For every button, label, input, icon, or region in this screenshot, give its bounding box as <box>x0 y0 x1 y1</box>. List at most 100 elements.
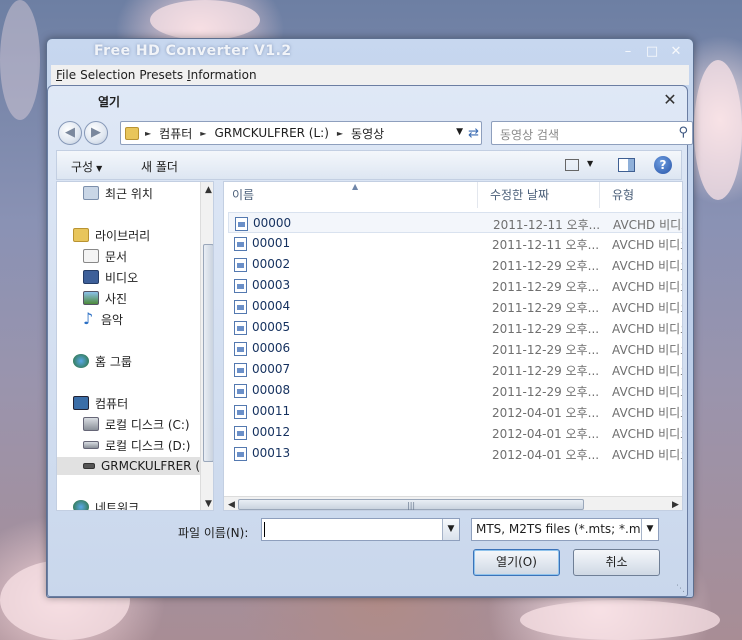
file-row[interactable]: 00001 2011-12-11 오후... AVCHD 비디오 <box>228 233 682 254</box>
nav-item-homegroup[interactable]: 홈 그룹 <box>73 352 132 370</box>
breadcrumb-drive[interactable]: GRMCKULFRER (L:) <box>214 126 328 140</box>
video-file-icon <box>234 363 247 377</box>
column-header-type[interactable]: 유형 <box>604 182 682 208</box>
cancel-button[interactable]: 취소 <box>573 549 660 576</box>
file-row[interactable]: 00007 2011-12-29 오후... AVCHD 비디오 <box>228 359 682 380</box>
close-icon[interactable]: ✕ <box>665 43 687 61</box>
scroll-left-icon[interactable]: ◀ <box>224 497 239 510</box>
dialog-title: 열기 <box>98 95 121 109</box>
menu-information[interactable]: Information <box>187 68 256 82</box>
forward-button[interactable]: ▶ <box>84 121 108 145</box>
menu-presets[interactable]: Presets <box>139 68 183 82</box>
maximize-icon[interactable]: □ <box>641 43 663 61</box>
computer-icon <box>73 396 89 410</box>
chevron-right-icon[interactable]: ► <box>200 129 206 138</box>
file-row[interactable]: 00011 2012-04-01 오후... AVCHD 비디오 <box>228 401 682 422</box>
menu-file[interactable]: File <box>56 68 76 82</box>
chevron-down-icon[interactable]: ▼ <box>456 127 463 137</box>
nav-item-music[interactable]: ♪ 음악 <box>83 310 123 328</box>
arrow-left-icon: ◀ <box>65 125 75 140</box>
file-name: 00000 <box>253 216 292 230</box>
app-title: Free HD Converter V1.2 <box>94 43 292 59</box>
chevron-right-icon[interactable]: ► <box>145 129 151 138</box>
nav-item-drive-c[interactable]: 로컬 디스크 (C:) <box>83 415 190 433</box>
file-row[interactable]: 00004 2011-12-29 오후... AVCHD 비디오 <box>228 296 682 317</box>
column-header-label: 유형 <box>612 188 635 202</box>
file-row[interactable]: 00006 2011-12-29 오후... AVCHD 비디오 <box>228 338 682 359</box>
column-header-label: 수정한 날짜 <box>490 188 550 202</box>
open-button[interactable]: 열기(O) <box>473 549 560 576</box>
file-row[interactable]: 00013 2012-04-01 오후... AVCHD 비디오 <box>228 443 682 464</box>
file-name: 00007 <box>252 362 291 376</box>
column-header-name[interactable]: 이름 <box>224 182 478 208</box>
file-date: 2011-12-29 오후... <box>492 343 600 357</box>
nav-item-documents[interactable]: 문서 <box>83 247 127 265</box>
column-header-label: 이름 <box>232 188 255 202</box>
nav-item-label: 비디오 <box>105 270 139 285</box>
drive-d-icon <box>83 441 99 449</box>
scrollbar-thumb[interactable] <box>203 244 213 462</box>
horizontal-scrollbar[interactable]: ◀ ||| ▶ <box>224 496 682 510</box>
wallpaper-blossom <box>150 0 260 40</box>
file-row[interactable]: 00012 2012-04-01 오후... AVCHD 비디오 <box>228 422 682 443</box>
file-name: 00008 <box>252 383 291 397</box>
search-input[interactable]: 동영상 검색 ⚲ <box>491 121 693 145</box>
scroll-right-icon[interactable]: ▶ <box>668 497 682 510</box>
file-name: 00012 <box>252 425 291 439</box>
nav-item-videos[interactable]: 비디오 <box>83 268 138 286</box>
menu-selection[interactable]: Selection <box>80 68 135 82</box>
help-icon[interactable]: ? <box>654 156 672 174</box>
organize-button[interactable]: 구성 ▼ <box>71 158 102 175</box>
file-row[interactable]: 00002 2011-12-29 오후... AVCHD 비디오 <box>228 254 682 275</box>
nav-item-network[interactable]: 네트워크 <box>73 498 139 510</box>
nav-item-label: 문서 <box>105 249 128 264</box>
app-titlebar[interactable]: Free HD Converter V1.2 – □ ✕ <box>47 39 693 65</box>
scroll-up-icon[interactable]: ▲ <box>201 182 213 198</box>
chevron-down-icon[interactable]: ▼ <box>641 519 658 540</box>
nav-item-drive-d[interactable]: 로컬 디스크 (D:) <box>83 436 190 454</box>
file-type: AVCHD 비디오 <box>612 301 682 315</box>
nav-item-removable-drive[interactable]: GRMCKULFRER ( <box>57 457 200 475</box>
nav-item-label: 음악 <box>101 312 124 327</box>
chevron-down-icon[interactable]: ▼ <box>442 519 459 540</box>
breadcrumb-computer[interactable]: 컴퓨터 <box>159 125 192 142</box>
text-cursor <box>264 522 265 537</box>
filename-field[interactable]: ▼ <box>261 518 460 541</box>
refresh-icon[interactable]: ⇄ <box>468 126 479 141</box>
scrollbar-thumb[interactable]: ||| <box>238 499 584 510</box>
file-row[interactable]: 00005 2011-12-29 오후... AVCHD 비디오 <box>228 317 682 338</box>
address-bar[interactable]: ► 컴퓨터 ► GRMCKULFRER (L:) ► 동영상 ▼ ⇄ <box>120 121 482 145</box>
recent-places-icon <box>83 186 99 200</box>
video-file-icon <box>234 384 247 398</box>
file-row[interactable]: 00003 2011-12-29 오후... AVCHD 비디오 <box>228 275 682 296</box>
back-button[interactable]: ◀ <box>58 121 82 145</box>
documents-icon <box>83 249 99 263</box>
nav-scrollbar[interactable]: ▲ ▼ <box>200 182 213 510</box>
menu-bar: File Selection Presets Information <box>51 65 689 85</box>
chevron-right-icon[interactable]: ► <box>337 129 343 138</box>
preview-pane-icon[interactable] <box>618 158 635 172</box>
breadcrumb-folder[interactable]: 동영상 <box>351 125 384 142</box>
close-icon[interactable]: ✕ <box>661 91 679 109</box>
nav-item-library[interactable]: 라이브러리 <box>73 226 150 244</box>
column-header-date[interactable]: 수정한 날짜 <box>482 182 600 208</box>
navigation-row: ◀ ▶ ► 컴퓨터 ► GRMCKULFRER (L:) ► 동영상 ▼ ⇄ 동… <box>56 119 693 146</box>
video-file-icon <box>234 300 247 314</box>
nav-item-computer[interactable]: 컴퓨터 <box>73 394 128 412</box>
minimize-icon[interactable]: – <box>617 43 639 61</box>
file-row[interactable]: 00000 2011-12-11 오후... AVCHD 비디오 <box>228 212 682 233</box>
dialog-titlebar[interactable]: 열기 ✕ <box>48 86 687 116</box>
resize-grip-icon[interactable]: ⋱ <box>676 584 685 594</box>
view-options-icon[interactable] <box>565 159 579 171</box>
new-folder-button[interactable]: 새 폴더 <box>141 158 178 175</box>
nav-item-recent[interactable]: 최근 위치 <box>83 184 153 202</box>
file-row[interactable]: 00008 2011-12-29 오후... AVCHD 비디오 <box>228 380 682 401</box>
scroll-down-icon[interactable]: ▼ <box>201 496 213 510</box>
chevron-down-icon[interactable]: ▼ <box>587 159 593 168</box>
nav-item-pictures[interactable]: 사진 <box>83 289 127 307</box>
search-icon[interactable]: ⚲ <box>678 125 688 140</box>
search-placeholder: 동영상 검색 <box>500 128 560 142</box>
file-type-select[interactable]: MTS, M2TS files (*.mts; *.m2ts) ▼ <box>471 518 659 541</box>
videos-icon <box>83 270 99 284</box>
video-file-icon <box>234 426 247 440</box>
